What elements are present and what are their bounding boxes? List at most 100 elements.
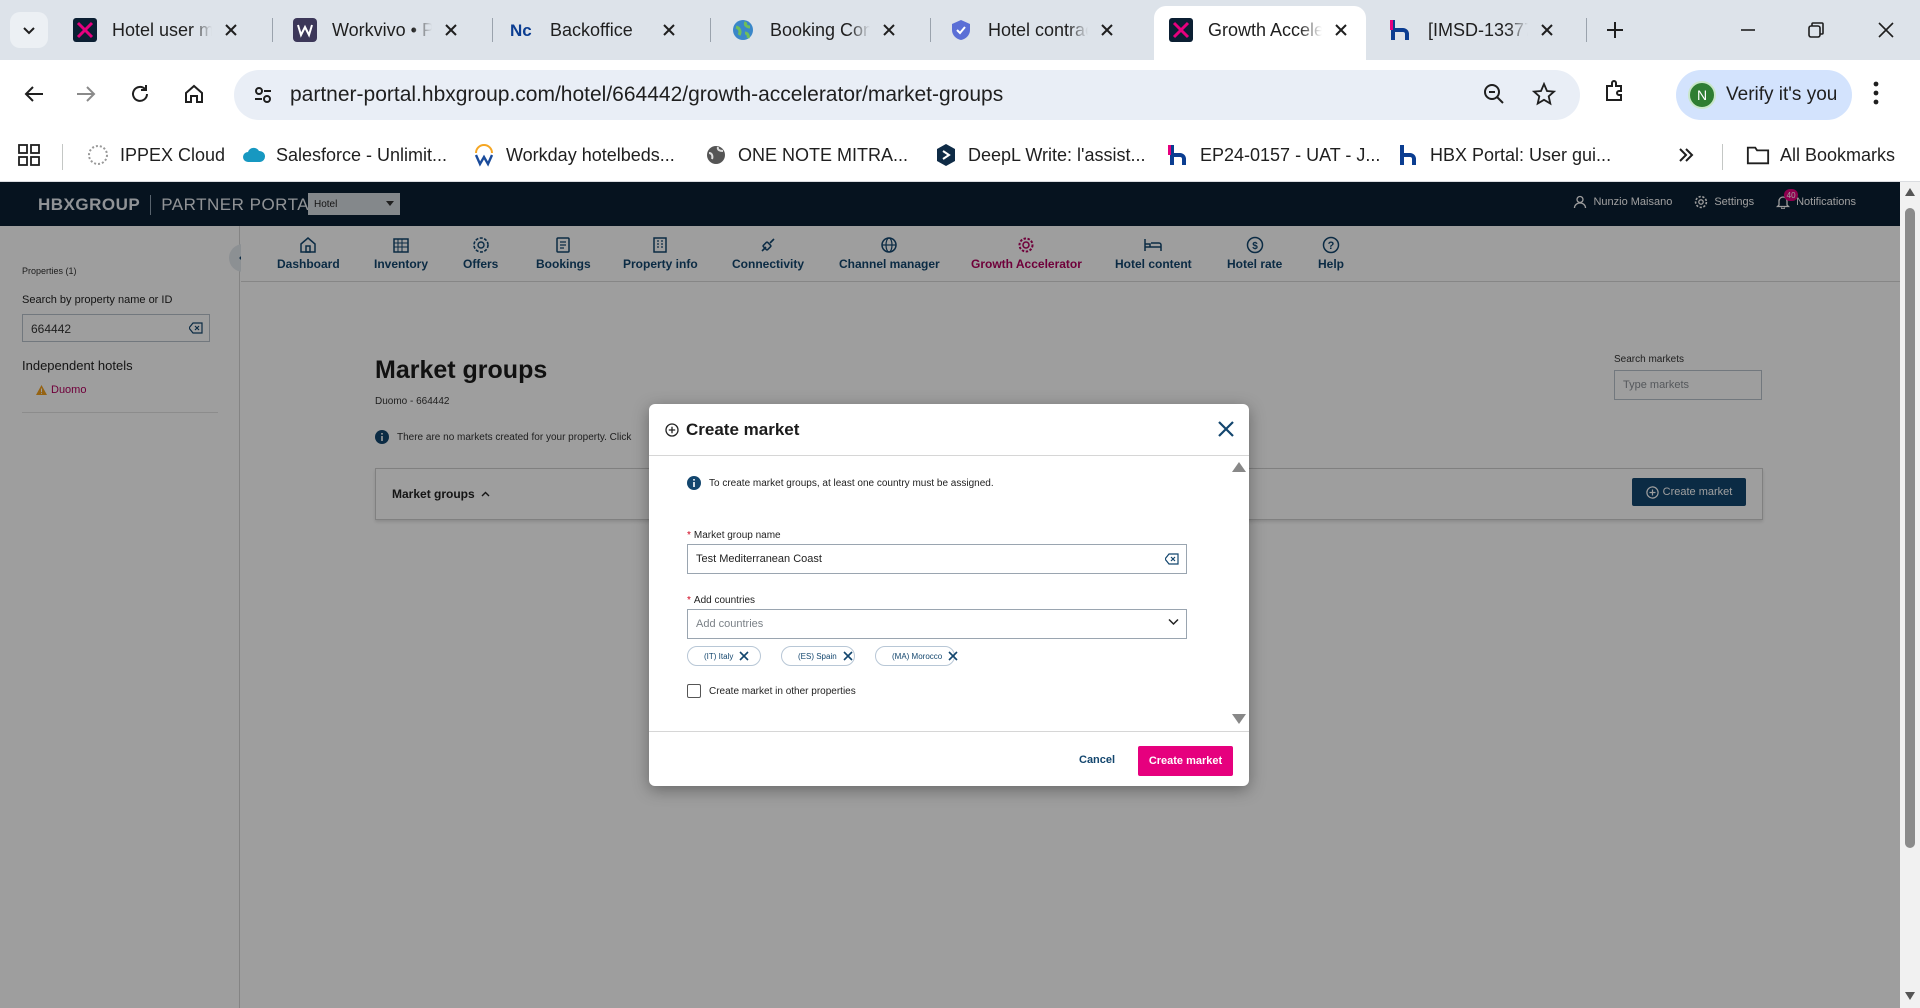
zoom-icon[interactable] [1482,82,1506,106]
market-name-value: Test Mediterranean Coast [696,553,822,565]
arrow-left-icon [23,83,45,105]
tab-divider [492,18,493,42]
home-icon [183,83,205,105]
browser-toolbar: partner-portal.hbxgroup.com/hotel/664442… [0,60,1920,130]
more-vertical-icon[interactable] [1872,80,1880,106]
chevron-double-right-icon[interactable] [1676,140,1696,170]
minimize-icon [1739,21,1757,39]
back-button[interactable] [16,76,52,112]
scroll-down-icon[interactable] [1232,714,1246,724]
bookmark-label: ONE NOTE MITRA... [738,144,909,165]
bookmarks-divider [1722,144,1723,170]
browser-tab[interactable]: Booking Cons [716,8,914,52]
other-properties-checkbox[interactable]: Create market in other properties [687,684,856,698]
close-icon[interactable] [1096,19,1118,41]
bookmark-item[interactable]: Salesforce - Unlimit... [242,140,447,170]
browser-tab[interactable]: Hotel user ma [58,8,256,52]
checkbox[interactable] [687,684,701,698]
bookmark-label: DeepL Write: l'assist... [968,144,1146,165]
close-window-button[interactable] [1866,10,1906,50]
extensions-icon[interactable] [1603,78,1629,104]
required-marker: * [687,530,691,541]
create-market-dialog: Create market To create market groups, a… [649,404,1249,786]
new-tab-button[interactable] [1597,12,1633,48]
chip-label: (ES) Spain [798,651,837,661]
tab-title: Growth Accele [1208,19,1322,40]
scrollbar-thumb[interactable] [1905,208,1915,848]
bookmark-label: EP24-0157 - UAT - J... [1200,144,1381,165]
scroll-down-icon[interactable] [1905,992,1915,1000]
info-icon [687,476,709,490]
required-marker: * [687,595,691,606]
tab-search-button[interactable] [10,12,48,48]
bookmark-item[interactable]: IPPEX Cloud [86,140,225,170]
dialog-header: Create market [649,404,1249,456]
h-icon [1396,143,1420,167]
remove-chip-icon[interactable] [843,651,853,661]
dialog-footer-divider [649,731,1249,732]
shield-icon [948,17,974,43]
restore-icon [1807,21,1825,39]
browser-tab[interactable]: Hotel contract [934,8,1132,52]
reload-button[interactable] [122,76,158,112]
cancel-button[interactable]: Cancel [1079,754,1115,766]
tab-title: [IMSD-13377 [1428,19,1528,40]
create-market-submit-button[interactable]: Create market [1138,746,1233,776]
workvivo-icon [292,17,318,43]
close-icon[interactable] [220,19,242,41]
forward-button[interactable] [68,76,104,112]
browser-tab-active[interactable]: Growth Accele [1154,6,1366,60]
close-icon[interactable] [658,19,680,41]
plus-circle-icon [665,423,686,437]
site-info-button[interactable] [246,78,280,112]
bookmark-item[interactable]: Workday hotelbeds... [472,140,675,170]
tune-icon [253,85,273,105]
dialog-title: Create market [665,420,799,440]
hbx-icon [1168,17,1194,43]
chip-label: (MA) Morocco [892,651,943,661]
avatar: N [1688,81,1716,109]
browser-tabstrip: Hotel user ma Workvivo • Po Nc Backoffic… [0,0,1920,60]
bookmarks-bar: IPPEX Cloud Salesforce - Unlimit... Work… [0,130,1920,182]
verify-profile-button[interactable]: N Verify it's you [1676,70,1852,120]
country-chip: (ES) Spain [781,646,855,666]
web-page: HBXGROUP PARTNER PORTAL Hotel Nunzio Mai… [0,182,1920,1008]
bookmark-item[interactable]: ONE NOTE MITRA... [704,140,908,170]
url-text[interactable]: partner-portal.hbxgroup.com/hotel/664442… [290,83,1003,107]
clear-input-icon[interactable] [1165,553,1179,565]
restore-button[interactable] [1796,10,1836,50]
bookmark-star-icon[interactable] [1532,82,1556,106]
scroll-up-icon[interactable] [1905,188,1915,196]
bookmark-item[interactable]: HBX Portal: User gui... [1396,140,1611,170]
all-bookmarks-button[interactable]: All Bookmarks [1746,140,1895,170]
remove-chip-icon[interactable] [948,651,958,661]
close-icon[interactable] [1217,420,1235,438]
remove-chip-icon[interactable] [739,651,749,661]
scroll-up-icon[interactable] [1232,462,1246,472]
browser-tab[interactable]: Workvivo • Po [278,8,476,52]
minimize-button[interactable] [1728,10,1768,50]
submit-label: Create market [1148,755,1223,767]
browser-tab[interactable]: Nc Backoffice [496,8,694,52]
country-chip: (MA) Morocco [875,646,958,666]
dialog-title-text: Create market [686,420,800,439]
workday-icon [472,143,496,167]
close-icon[interactable] [878,19,900,41]
close-icon[interactable] [1536,19,1558,41]
browser-tab[interactable]: [IMSD-13377 [1374,8,1572,52]
bookmark-label: Workday hotelbeds... [506,144,675,165]
apps-icon[interactable] [18,140,40,170]
home-button[interactable] [176,76,212,112]
bookmark-item[interactable]: EP24-0157 - UAT - J... [1166,140,1380,170]
market-name-label-text: Market group name [693,530,781,541]
bookmark-item[interactable]: DeepL Write: l'assist... [934,140,1146,170]
address-bar[interactable]: partner-portal.hbxgroup.com/hotel/664442… [234,70,1580,120]
close-icon[interactable] [1330,19,1352,41]
dialog-info-note: To create market groups, at least one co… [687,476,994,490]
close-icon[interactable] [440,19,462,41]
countries-select[interactable]: Add countries [687,609,1187,639]
countries-label: * Add countries [687,595,755,606]
page-scrollbar[interactable] [1900,182,1920,1008]
market-name-input[interactable]: Test Mediterranean Coast [687,544,1187,574]
bookmark-label: HBX Portal: User gui... [1430,144,1612,165]
